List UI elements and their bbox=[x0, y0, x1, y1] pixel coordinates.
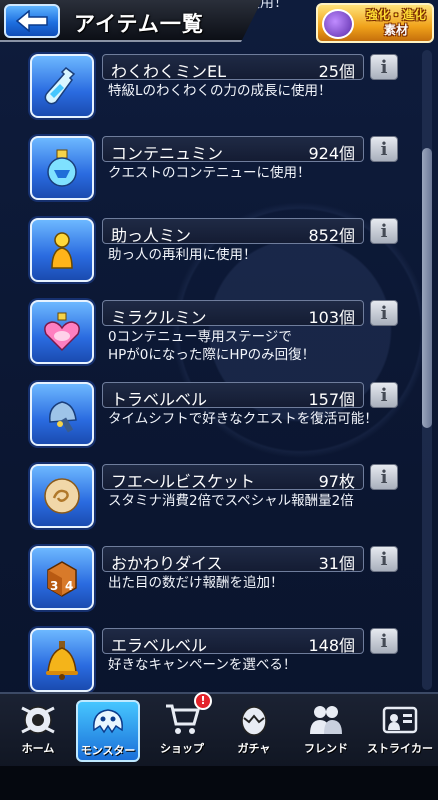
list-item[interactable]: コンテニュミン 924個 i クエストのコンテニューに使用！ bbox=[0, 130, 420, 212]
item-name-bar: おかわりダイス 31個 bbox=[102, 546, 364, 573]
info-icon: i bbox=[380, 630, 388, 652]
scroll-thumb[interactable] bbox=[422, 148, 432, 428]
item-name: わくわくミンEL bbox=[111, 62, 227, 81]
info-icon: i bbox=[380, 302, 388, 324]
bottom-nav: ホーム モンスター ショップ ! ガチャ フレンド ストライカー bbox=[0, 692, 438, 800]
item-name-bar: フエ〜ルビスケット 97枚 bbox=[102, 464, 364, 491]
list-item[interactable]: わくわくミンEL 25個 i 特級Lのわくわくの力の成長に使用！ bbox=[0, 48, 420, 130]
item-name-bar: ミラクルミン 103個 bbox=[102, 300, 364, 327]
item-name-bar: エラベルベル 148個 bbox=[102, 628, 364, 655]
info-icon: i bbox=[380, 384, 388, 406]
item-name-bar: コンテニュミン 924個 bbox=[102, 136, 364, 163]
item-description: 0コンテニュー専用ステージで HPが0になった際にHPのみ回復！ bbox=[108, 329, 316, 363]
friends-icon bbox=[310, 706, 342, 734]
svg-text:3: 3 bbox=[50, 579, 58, 593]
info-button[interactable]: i bbox=[370, 136, 398, 162]
info-button[interactable]: i bbox=[370, 464, 398, 490]
nav-gacha[interactable]: ガチャ bbox=[222, 700, 286, 762]
evolve-material-button[interactable]: 強化・進化 素材 bbox=[316, 3, 434, 43]
item-description: クエストのコンテニューに使用！ bbox=[108, 165, 311, 181]
item-name: ミラクルミン bbox=[111, 308, 207, 327]
notification-badge: ! bbox=[194, 692, 212, 710]
evolve-orb-icon bbox=[322, 9, 354, 39]
nav-monster[interactable]: モンスター bbox=[76, 700, 140, 762]
hand-bell-icon bbox=[30, 382, 94, 446]
nav-striker[interactable]: ストライカー bbox=[367, 700, 433, 762]
evolve-label: 強化・進化 素材 bbox=[365, 8, 426, 37]
nav-home[interactable]: ホーム bbox=[6, 700, 70, 762]
item-count: 148個 bbox=[308, 636, 355, 655]
nav-shop[interactable]: ショップ ! bbox=[150, 692, 214, 762]
helper-icon bbox=[30, 218, 94, 282]
item-count: 25個 bbox=[318, 62, 355, 81]
nav-label: ガチャ bbox=[237, 742, 271, 755]
item-name: コンテニュミン bbox=[111, 144, 224, 163]
nav-label: ショップ bbox=[160, 742, 204, 755]
list-item[interactable]: 3 4 おかわりダイス 31個 i 出た目の数だけ報酬を追加！ bbox=[0, 540, 420, 622]
scrollbar[interactable] bbox=[422, 50, 432, 690]
back-button[interactable] bbox=[4, 4, 60, 38]
item-name: 助っ人ミン bbox=[111, 226, 192, 245]
item-name: フエ〜ルビスケット bbox=[111, 472, 256, 491]
item-count: 852個 bbox=[308, 226, 355, 245]
gold-bell-icon bbox=[30, 628, 94, 692]
list-item[interactable]: フエ〜ルビスケット 97枚 i スタミナ消費2倍でスペシャル報酬量2倍 bbox=[0, 458, 420, 540]
header: アイテム一覧 強化・進化 素材 bbox=[0, 0, 438, 46]
potion-icon bbox=[30, 136, 94, 200]
info-icon: i bbox=[380, 220, 388, 242]
item-description: 特級Lのわくわくの力の成長に使用！ bbox=[108, 83, 332, 99]
svg-text:4: 4 bbox=[65, 579, 73, 593]
list-item[interactable]: ミラクルミン 103個 i 0コンテニュー専用ステージで HPが0になった際にH… bbox=[0, 294, 420, 376]
info-icon: i bbox=[380, 466, 388, 488]
info-button[interactable]: i bbox=[370, 218, 398, 244]
item-count: 97枚 bbox=[318, 472, 355, 491]
egg-icon bbox=[241, 706, 267, 736]
info-button[interactable]: i bbox=[370, 300, 398, 326]
list-item[interactable]: 助っ人ミン 852個 i 助っ人の再利用に使用！ bbox=[0, 212, 420, 294]
nav-label: ホーム bbox=[21, 742, 55, 755]
item-count: 31個 bbox=[318, 554, 355, 573]
item-name: おかわりダイス bbox=[111, 554, 223, 573]
nav-label: ストライカー bbox=[367, 742, 433, 755]
info-button[interactable]: i bbox=[370, 546, 398, 572]
item-description: スタミナ消費2倍でスペシャル報酬量2倍 bbox=[108, 493, 354, 509]
info-icon: i bbox=[380, 138, 388, 160]
info-icon: i bbox=[380, 548, 388, 570]
item-count: 924個 bbox=[308, 144, 355, 163]
nav-bottom-strip bbox=[0, 766, 438, 800]
list-item[interactable]: トラベルベル 157個 i タイムシフトで好きなクエストを復活可能！ bbox=[0, 376, 420, 458]
item-description: タイムシフトで好きなクエストを復活可能！ bbox=[108, 411, 378, 427]
item-count: 103個 bbox=[308, 308, 355, 327]
item-name-bar: 助っ人ミン 852個 bbox=[102, 218, 364, 245]
home-icon bbox=[21, 706, 55, 734]
heart-potion-icon bbox=[30, 300, 94, 364]
item-name-bar: わくわくミンEL 25個 bbox=[102, 54, 364, 81]
info-icon: i bbox=[380, 56, 388, 78]
item-name: トラベルベル bbox=[111, 390, 208, 409]
info-button[interactable]: i bbox=[370, 54, 398, 80]
item-count: 157個 bbox=[308, 390, 355, 409]
info-button[interactable]: i bbox=[370, 628, 398, 654]
bottle-icon bbox=[30, 54, 94, 118]
striker-icon bbox=[382, 706, 418, 734]
item-description: 助っ人の再利用に使用！ bbox=[108, 247, 257, 263]
info-button[interactable]: i bbox=[370, 382, 398, 408]
page-title: アイテム一覧 bbox=[74, 12, 204, 36]
nav-label: モンスター bbox=[80, 744, 136, 757]
item-description: 好きなキャンペーンを選べる！ bbox=[108, 657, 297, 673]
nav-friend[interactable]: フレンド bbox=[294, 700, 358, 762]
item-name-bar: トラベルベル 157個 bbox=[102, 382, 364, 409]
monster-icon bbox=[93, 709, 123, 734]
item-name: エラベルベル bbox=[111, 636, 208, 655]
nav-label: フレンド bbox=[304, 742, 348, 755]
back-arrow-icon bbox=[15, 10, 48, 32]
dice-icon: 3 4 bbox=[30, 546, 94, 610]
biscuit-icon bbox=[30, 464, 94, 528]
item-description: 出た目の数だけ報酬を追加！ bbox=[108, 575, 284, 591]
